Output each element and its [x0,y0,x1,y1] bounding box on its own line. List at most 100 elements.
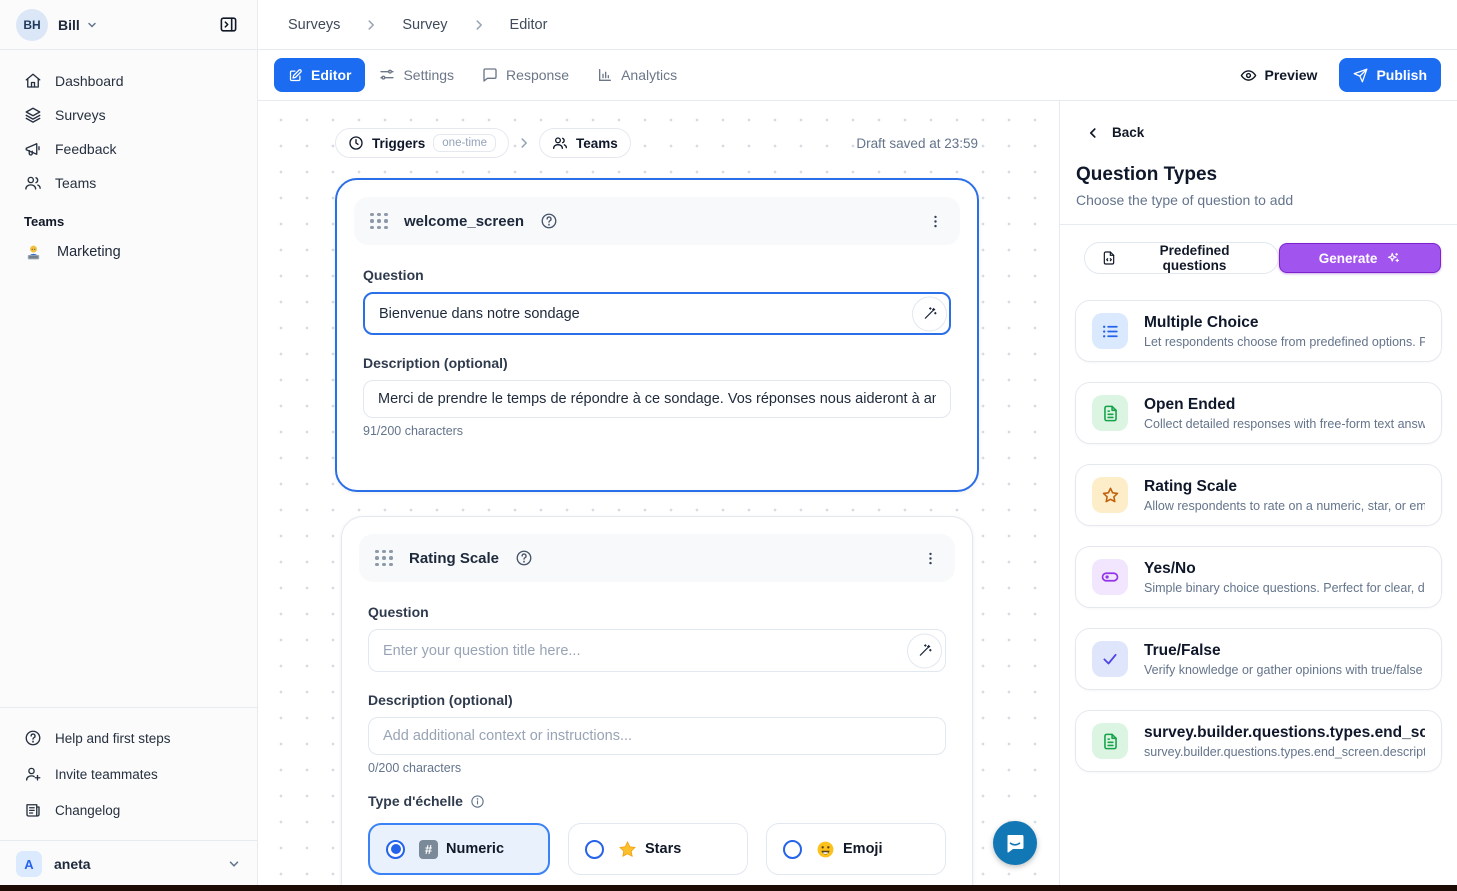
description-input[interactable] [368,717,946,755]
question-type-description: Simple binary choice questions. Perfect … [1144,581,1425,595]
question-type-description: Verify knowledge or gather opinions with… [1144,663,1425,677]
magic-wand-button[interactable] [912,296,947,331]
triggers-pill[interactable]: Triggers one-time [335,128,509,158]
sidebar-item-dashboard[interactable]: Dashboard [10,64,247,98]
question-type-title: Open Ended [1144,396,1425,414]
radio-icon [783,840,802,859]
question-type-rating-scale[interactable]: Rating Scale Allow respondents to rate o… [1075,464,1442,526]
main-area: Surveys Survey Editor Editor Setting [258,0,1457,891]
app-root: BH Bill Dashboard [0,0,1457,891]
tab-response[interactable]: Response [468,58,583,92]
description-label: Description (optional) [363,355,951,371]
team-item-label: Marketing [57,244,121,260]
sidebar-item-marketing[interactable]: Marketing [0,235,257,269]
chevron-right-icon [517,136,531,150]
org-avatar: A [16,851,42,877]
description-input[interactable] [363,380,951,418]
question-type-description: Let respondents choose from predefined o… [1144,335,1425,349]
predefined-questions-button[interactable]: Predefined questions [1084,242,1279,274]
pencil-square-icon [288,68,303,83]
survey-toolbar: Editor Settings Response Analytics [258,50,1457,101]
question-type-title: Multiple Choice [1144,314,1425,332]
sidebar-item-surveys[interactable]: Surveys [10,98,247,132]
file-text-icon [1092,723,1128,759]
question-input[interactable] [363,292,951,335]
sidebar-item-label: Invite teammates [55,767,158,782]
question-type-multiple-choice[interactable]: Multiple Choice Let respondents choose f… [1075,300,1442,362]
question-type-open-ended[interactable]: Open Ended Collect detailed responses wi… [1075,382,1442,444]
eye-icon [1240,67,1257,84]
preview-button[interactable]: Preview [1240,67,1318,84]
question-type-end-screen[interactable]: survey.builder.questions.types.end_scr..… [1075,710,1442,772]
question-label: Question [368,604,946,620]
sidebar-bottom-nav: Help and first steps Invite teammates Ch… [0,707,257,840]
question-type-title: Rating Scale [1144,478,1425,496]
org-switcher[interactable]: A aneta [0,840,257,891]
sidebar-item-teams[interactable]: Teams [10,166,247,200]
chevron-right-icon [472,18,486,32]
scale-option-numeric[interactable]: # Numeric [368,823,550,875]
generate-label: Generate [1319,251,1378,266]
teams-pill[interactable]: Teams [539,128,631,158]
newspaper-icon [24,801,42,819]
drag-handle-icon[interactable] [375,550,393,567]
sidebar-item-help[interactable]: Help and first steps [10,720,247,756]
file-text-icon [1092,395,1128,431]
user-menu[interactable]: Bill [58,17,98,33]
sidebar-item-label: Changelog [55,803,120,818]
question-type-yes-no[interactable]: Yes/No Simple binary choice questions. P… [1075,546,1442,608]
sidebar-collapse-button[interactable] [213,10,243,40]
chat-bubble-icon [1003,831,1027,855]
chevron-down-icon [86,19,98,31]
radio-selected-icon [386,840,405,859]
triggers-label: Triggers [372,136,425,151]
info-icon[interactable] [470,794,485,809]
home-icon [24,72,42,90]
generate-button[interactable]: Generate [1279,243,1441,273]
sidebar-item-label: Help and first steps [55,731,171,746]
tab-settings[interactable]: Settings [365,58,468,92]
scale-type-label: Type d'échelle [368,793,946,809]
panel-collapse-icon [219,15,238,34]
magic-wand-button[interactable] [907,633,942,668]
magic-wand-icon [917,643,933,659]
breadcrumb-surveys[interactable]: Surveys [288,17,340,33]
scale-option-emoji[interactable]: Emoji [766,823,946,875]
tab-label: Settings [403,67,454,83]
file-text-icon [1101,250,1117,266]
question-type-true-false[interactable]: True/False Verify knowledge or gather op… [1075,628,1442,690]
chat-widget-button[interactable] [993,821,1037,865]
publish-button[interactable]: Publish [1339,58,1441,92]
radio-icon [585,840,604,859]
card-menu-button[interactable] [922,550,939,567]
question-card-rating[interactable]: Rating Scale Question [341,516,973,891]
question-input[interactable] [368,629,946,672]
editor-canvas: Triggers one-time Teams Draft saved at 2… [258,101,1059,891]
drag-handle-icon[interactable] [370,213,388,230]
user-avatar[interactable]: BH [16,9,48,41]
megaphone-icon [24,140,42,158]
card-title: welcome_screen [404,213,524,230]
smiley-emoji-icon [816,840,835,859]
sidebar-item-changelog[interactable]: Changelog [10,792,247,828]
preview-label: Preview [1265,67,1318,83]
question-card-welcome[interactable]: welcome_screen Question [335,178,979,492]
sidebar: BH Bill Dashboard [0,0,258,891]
bar-chart-icon [597,67,613,83]
help-circle-icon[interactable] [540,212,558,230]
breadcrumb-survey[interactable]: Survey [402,17,447,33]
tab-editor[interactable]: Editor [274,58,365,92]
sidebar-item-invite[interactable]: Invite teammates [10,756,247,792]
teams-label: Teams [576,136,618,151]
sidebar-item-label: Feedback [55,141,116,157]
sidebar-item-feedback[interactable]: Feedback [10,132,247,166]
breadcrumb-editor[interactable]: Editor [510,17,548,33]
message-square-icon [482,67,498,83]
card-menu-button[interactable] [927,213,944,230]
option-label: Emoji [843,841,882,857]
scale-option-stars[interactable]: Stars [568,823,748,875]
question-type-title: Yes/No [1144,560,1425,578]
back-button[interactable]: Back [1086,125,1457,140]
tab-analytics[interactable]: Analytics [583,58,691,92]
help-circle-icon[interactable] [515,549,533,567]
